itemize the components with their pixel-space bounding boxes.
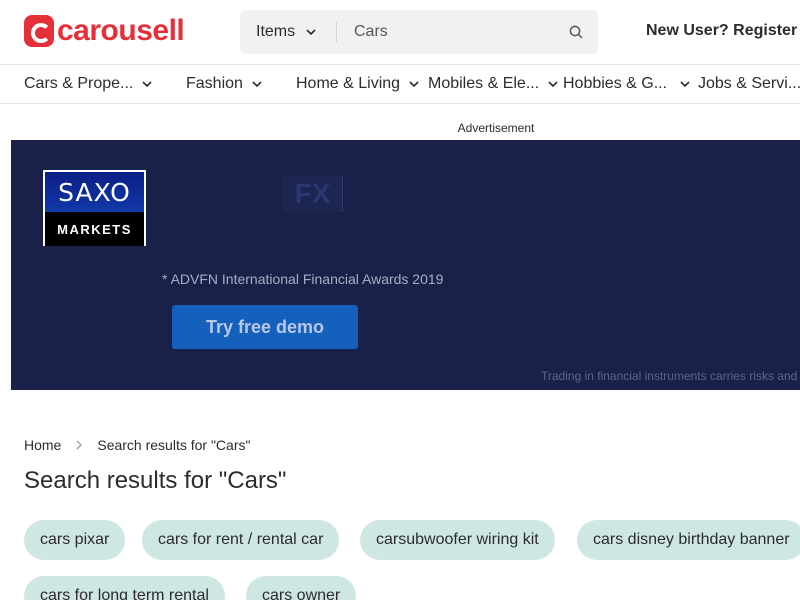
suggestion-chip[interactable]: cars owner bbox=[246, 576, 357, 600]
search-bar: Items bbox=[240, 10, 598, 54]
fx-graphic: FX bbox=[283, 176, 343, 212]
logo-text: carousell bbox=[57, 14, 185, 47]
chevron-down-icon bbox=[680, 81, 690, 88]
try-free-demo-button[interactable]: Try free demo bbox=[172, 305, 358, 349]
register-link[interactable]: New User? Register bbox=[646, 22, 797, 40]
advertisement-label: Advertisement bbox=[457, 121, 535, 135]
suggestion-chip[interactable]: carsubwoofer wiring kit bbox=[360, 520, 555, 560]
suggestion-chip[interactable]: cars pixar bbox=[24, 520, 126, 560]
page-title: Search results for "Cars" bbox=[24, 467, 287, 494]
category-label: Mobiles & Ele... bbox=[428, 75, 540, 92]
chevron-down-icon bbox=[306, 29, 316, 36]
chevron-down-icon bbox=[548, 81, 558, 88]
category-fashion[interactable]: Fashion bbox=[186, 65, 263, 103]
chevron-down-icon bbox=[409, 81, 419, 88]
chevron-right-icon bbox=[76, 440, 83, 450]
category-home-living[interactable]: Home & Living bbox=[296, 65, 420, 103]
search-divider bbox=[336, 22, 337, 42]
carousell-logo-icon bbox=[24, 15, 54, 47]
category-hobbies-games[interactable]: Hobbies & G... bbox=[563, 65, 691, 103]
category-label: Home & Living bbox=[296, 75, 401, 92]
breadcrumb-home[interactable]: Home bbox=[24, 437, 61, 453]
ad-banner[interactable]: SAXO MARKETS FX * ADVFN International Fi… bbox=[11, 140, 800, 390]
ad-award-text: * ADVFN International Financial Awards 2… bbox=[162, 271, 444, 287]
category-cars-property[interactable]: Cars & Prope... bbox=[24, 65, 153, 103]
category-nav: Cars & Prope... Fashion Home & Living Mo… bbox=[0, 64, 800, 104]
suggestion-chip[interactable]: cars disney birthday banner bbox=[577, 520, 800, 560]
category-mobiles-electronics[interactable]: Mobiles & Ele... bbox=[428, 65, 559, 103]
category-jobs-services[interactable]: Jobs & Servi... bbox=[698, 65, 800, 103]
search-input[interactable] bbox=[354, 10, 554, 54]
saxo-logo-bottom: MARKETS bbox=[45, 212, 144, 246]
search-category-label: Items bbox=[256, 23, 296, 40]
breadcrumb-current: Search results for "Cars" bbox=[97, 437, 251, 453]
category-label: Hobbies & G... bbox=[563, 75, 668, 92]
suggestion-chip[interactable]: cars for long term rental bbox=[24, 576, 225, 600]
top-header: carousell Items New User? Register bbox=[0, 0, 800, 64]
saxo-markets-logo: SAXO MARKETS bbox=[43, 170, 146, 246]
chevron-down-icon bbox=[252, 81, 262, 88]
chevron-down-icon bbox=[142, 81, 152, 88]
breadcrumb: Home Search results for "Cars" bbox=[24, 437, 250, 453]
search-icon[interactable] bbox=[569, 25, 583, 39]
ad-disclaimer: Trading in financial instruments carries… bbox=[541, 369, 798, 383]
suggestion-chip[interactable]: cars for rent / rental car bbox=[142, 520, 340, 560]
category-label: Fashion bbox=[186, 75, 243, 92]
category-label: Cars & Prope... bbox=[24, 75, 134, 92]
category-label: Jobs & Servi... bbox=[698, 75, 800, 92]
saxo-logo-top: SAXO bbox=[45, 172, 144, 212]
carousell-logo[interactable]: carousell bbox=[24, 14, 185, 47]
search-category-dropdown[interactable]: Items bbox=[256, 10, 317, 54]
